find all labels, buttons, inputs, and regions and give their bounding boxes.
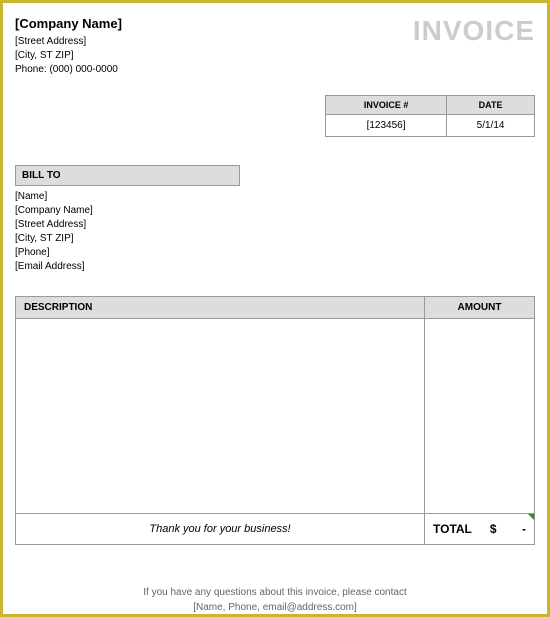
company-block: [Company Name] [Street Address] [City, S…	[15, 15, 122, 77]
total-label: TOTAL	[433, 522, 472, 536]
amount-header: AMOUNT	[425, 297, 535, 319]
date-value: 5/1/14	[447, 115, 535, 137]
header: [Company Name] [Street Address] [City, S…	[15, 15, 535, 77]
invoice-title: INVOICE	[413, 15, 535, 47]
total-cell: TOTAL $ -	[425, 514, 535, 545]
footer-line2: [Name, Phone, email@address.com]	[15, 600, 535, 615]
footer: If you have any questions about this inv…	[15, 585, 535, 615]
cell-indicator-icon	[528, 514, 534, 520]
invoice-num-header: INVOICE #	[326, 96, 447, 115]
total-currency: $	[490, 522, 497, 536]
description-header: DESCRIPTION	[16, 297, 425, 319]
thanks-message: Thank you for your business!	[16, 514, 425, 545]
footer-line1: If you have any questions about this inv…	[15, 585, 535, 600]
billto-name: [Name]	[15, 190, 535, 204]
total-value: -	[522, 522, 526, 536]
description-cell	[16, 319, 425, 514]
amount-cell	[425, 319, 535, 514]
billto-phone: [Phone]	[15, 246, 535, 260]
date-header: DATE	[447, 96, 535, 115]
billto-city: [City, ST ZIP]	[15, 232, 535, 246]
billto-company: [Company Name]	[15, 204, 535, 218]
invoice-num-value: [123456]	[326, 115, 447, 137]
billto-street: [Street Address]	[15, 218, 535, 232]
billto-block: BILL TO [Name] [Company Name] [Street Ad…	[15, 165, 535, 274]
company-phone: Phone: (000) 000-0000	[15, 63, 122, 77]
company-city: [City, ST ZIP]	[15, 49, 122, 63]
billto-email: [Email Address]	[15, 260, 535, 274]
invoice-meta-table: INVOICE # DATE [123456] 5/1/14	[325, 95, 535, 137]
line-items-table: DESCRIPTION AMOUNT Thank you for your bu…	[15, 296, 535, 545]
company-name: [Company Name]	[15, 15, 122, 33]
billto-header: BILL TO	[15, 165, 240, 186]
billto-lines: [Name] [Company Name] [Street Address] […	[15, 190, 535, 274]
company-street: [Street Address]	[15, 35, 122, 49]
